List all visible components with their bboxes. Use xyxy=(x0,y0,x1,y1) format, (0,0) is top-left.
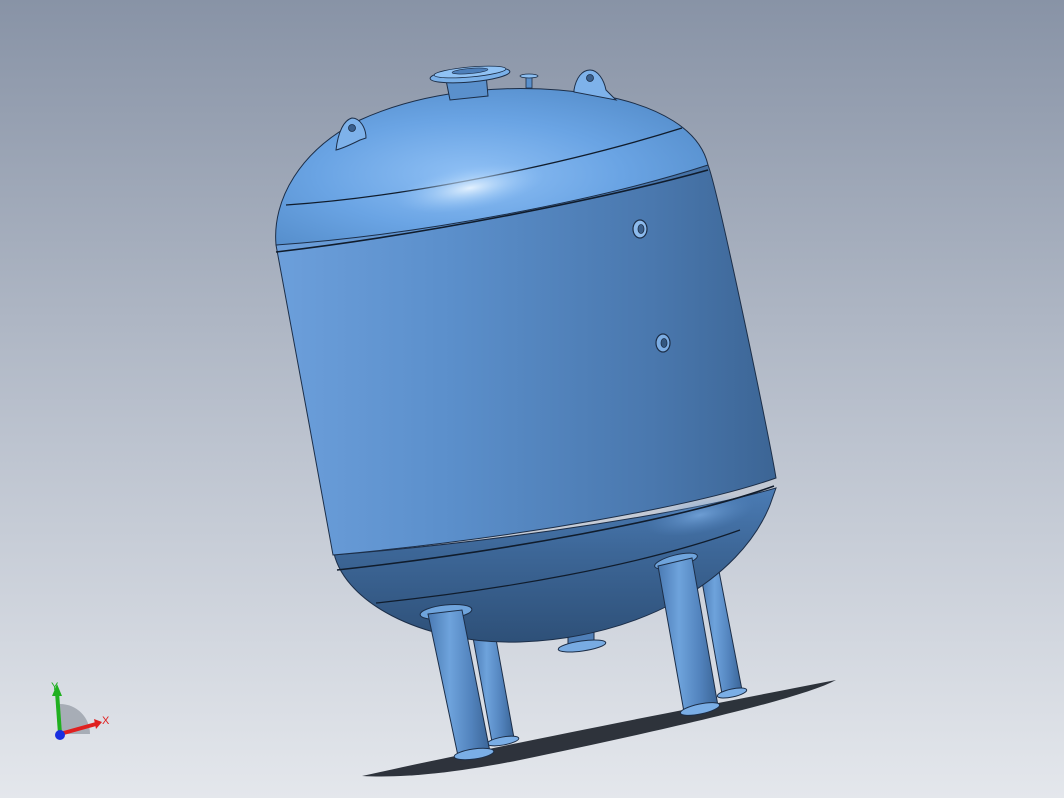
side-nozzle-upper xyxy=(632,219,648,239)
triad-x-label: X xyxy=(102,715,110,727)
triad-y-label: Y xyxy=(51,681,59,693)
side-nozzle-lower xyxy=(655,333,671,353)
graphics-viewport[interactable]: Y X xyxy=(0,0,1064,798)
model-scene[interactable]: Y X xyxy=(0,0,1064,798)
triad-z-axis xyxy=(55,730,65,740)
